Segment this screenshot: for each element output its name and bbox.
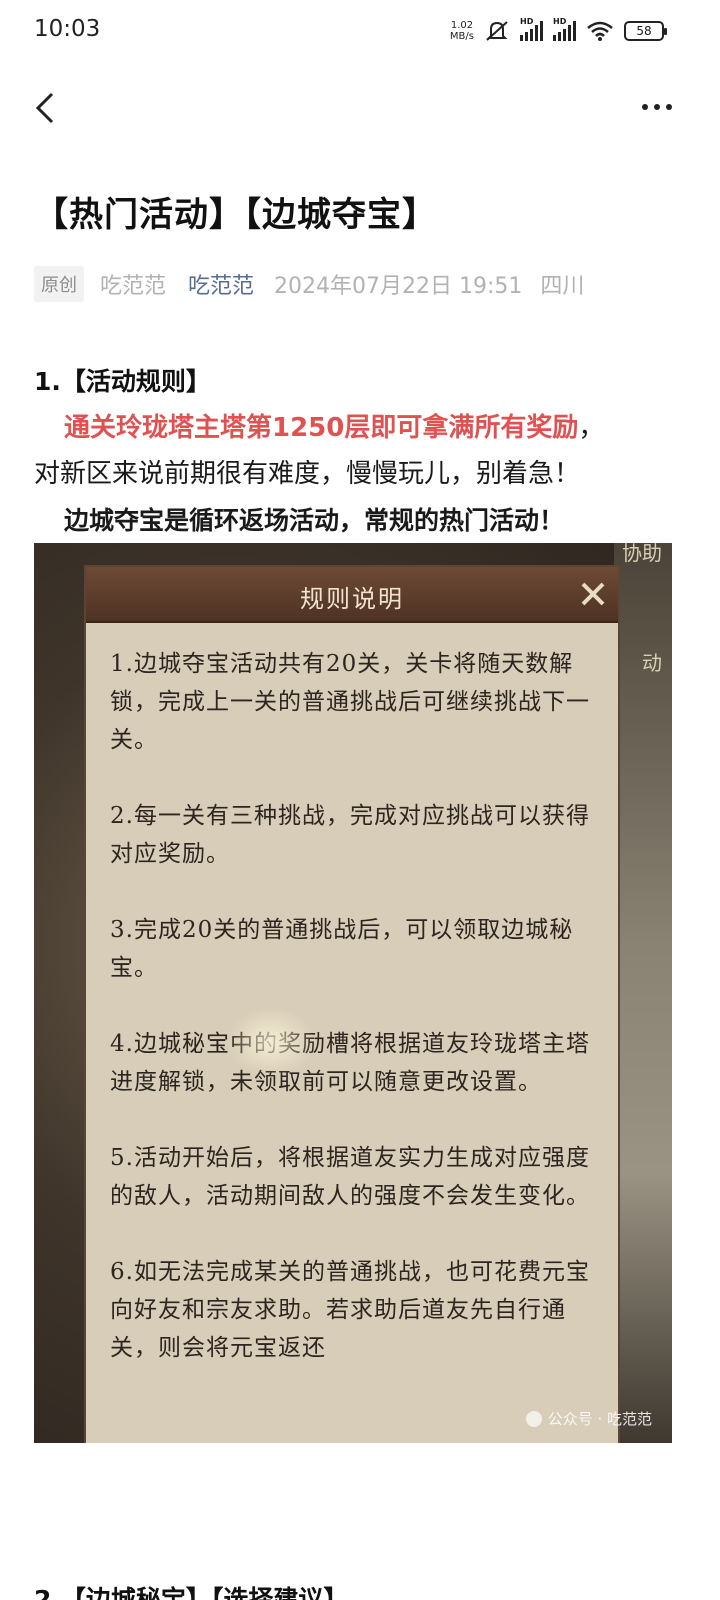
account-link[interactable]: 吃范范 [188, 268, 254, 300]
status-time: 10:03 [34, 16, 101, 42]
article-title: 【热门活动】【边城夺宝】 [34, 195, 437, 235]
game-screenshot-image: 协助 动 规则说明 1.边城夺宝活动共有20关，关卡将随天数解锁，完成上一关的普… [34, 543, 672, 1443]
rule-item: 3.完成20关的普通挑战后，可以领取边城秘宝。 [110, 917, 574, 981]
rule-item: 1.边城夺宝活动共有20关，关卡将随天数解锁，完成上一关的普通挑战后可继续挑战下… [110, 651, 590, 753]
back-button[interactable] [30, 86, 66, 130]
cell-signal-1-icon: HD [520, 17, 543, 41]
close-icon [581, 582, 605, 606]
game-background-strip [614, 543, 672, 1443]
back-chevron-icon [35, 92, 54, 124]
light-glow [226, 1007, 316, 1077]
network-speed: 1.02 MB/s [450, 20, 474, 42]
rule-item: 2.每一关有三种挑战，完成对应挑战可以获得对应奖励。 [110, 803, 590, 867]
publish-date: 2024年07月22日 19:51 [274, 274, 523, 299]
battery-icon: 58 [624, 21, 667, 41]
rules-panel: 规则说明 1.边城夺宝活动共有20关，关卡将随天数解锁，完成上一关的普通挑战后可… [84, 565, 620, 1443]
network-speed-value: 1.02 [450, 20, 474, 31]
section-heading-rules: 1.【活动规则】 [34, 367, 211, 396]
rules-list: 1.边城夺宝活动共有20关，关卡将随天数解锁，完成上一关的普通挑战后可继续挑战下… [86, 623, 618, 1367]
author-name: 吃范范 [100, 274, 167, 299]
status-bar: 10:03 1.02 MB/s HD HD 58 [0, 0, 720, 62]
original-badge: 原创 [34, 266, 84, 302]
watermark: 公众号 · 吃范范 [525, 1408, 652, 1429]
publish-location: 四川 [540, 274, 585, 299]
mute-bell-icon [486, 21, 508, 41]
rule-item: 5.活动开始后，将根据道友实力生成对应强度的敌人，活动期间敌人的强度不会发生变化… [110, 1145, 590, 1209]
paragraph-intro: 通关玲珑塔主塔第1250层即可拿满所有奖励， 对新区来说前期很有难度，慢慢玩儿，… [34, 413, 605, 489]
cell-signal-2-icon: HD [553, 17, 576, 41]
more-dots-icon [642, 104, 648, 110]
bold-note: 边城夺宝是循环返场活动，常规的热门活动！ [64, 506, 565, 535]
more-options-button[interactable] [634, 92, 680, 122]
section-heading-selection: 2.【边城秘宝】【选择建议】 [34, 1585, 349, 1600]
rules-panel-header: 规则说明 [86, 567, 618, 623]
wifi-icon [587, 21, 613, 41]
intro-sentence: 对新区来说前期很有难度，慢慢玩儿，别着急！ [34, 459, 581, 489]
side-label-assist: 协助 [622, 543, 662, 565]
article-meta: 原创 吃范范 吃范范 2024年07月22日 19:51 四川 [34, 266, 584, 302]
side-label-activity: 动 [642, 651, 662, 675]
network-speed-unit: MB/s [449, 31, 474, 42]
rule-item: 4.边城秘宝中的奖励槽将根据道友玲珑塔主塔进度解锁，未领取前可以随意更改设置。 [110, 1031, 590, 1095]
status-icons: 1.02 MB/s HD HD 58 [450, 17, 667, 44]
rule-item: 6.如无法完成某关的普通挑战，也可花费元宝向好友和宗友求助。若求助后道友先自行通… [110, 1259, 590, 1361]
wechat-icon [525, 1410, 542, 1427]
highlight-text: 通关玲珑塔主塔第1250层即可拿满所有奖励 [64, 413, 579, 443]
rules-panel-title: 规则说明 [300, 585, 404, 613]
